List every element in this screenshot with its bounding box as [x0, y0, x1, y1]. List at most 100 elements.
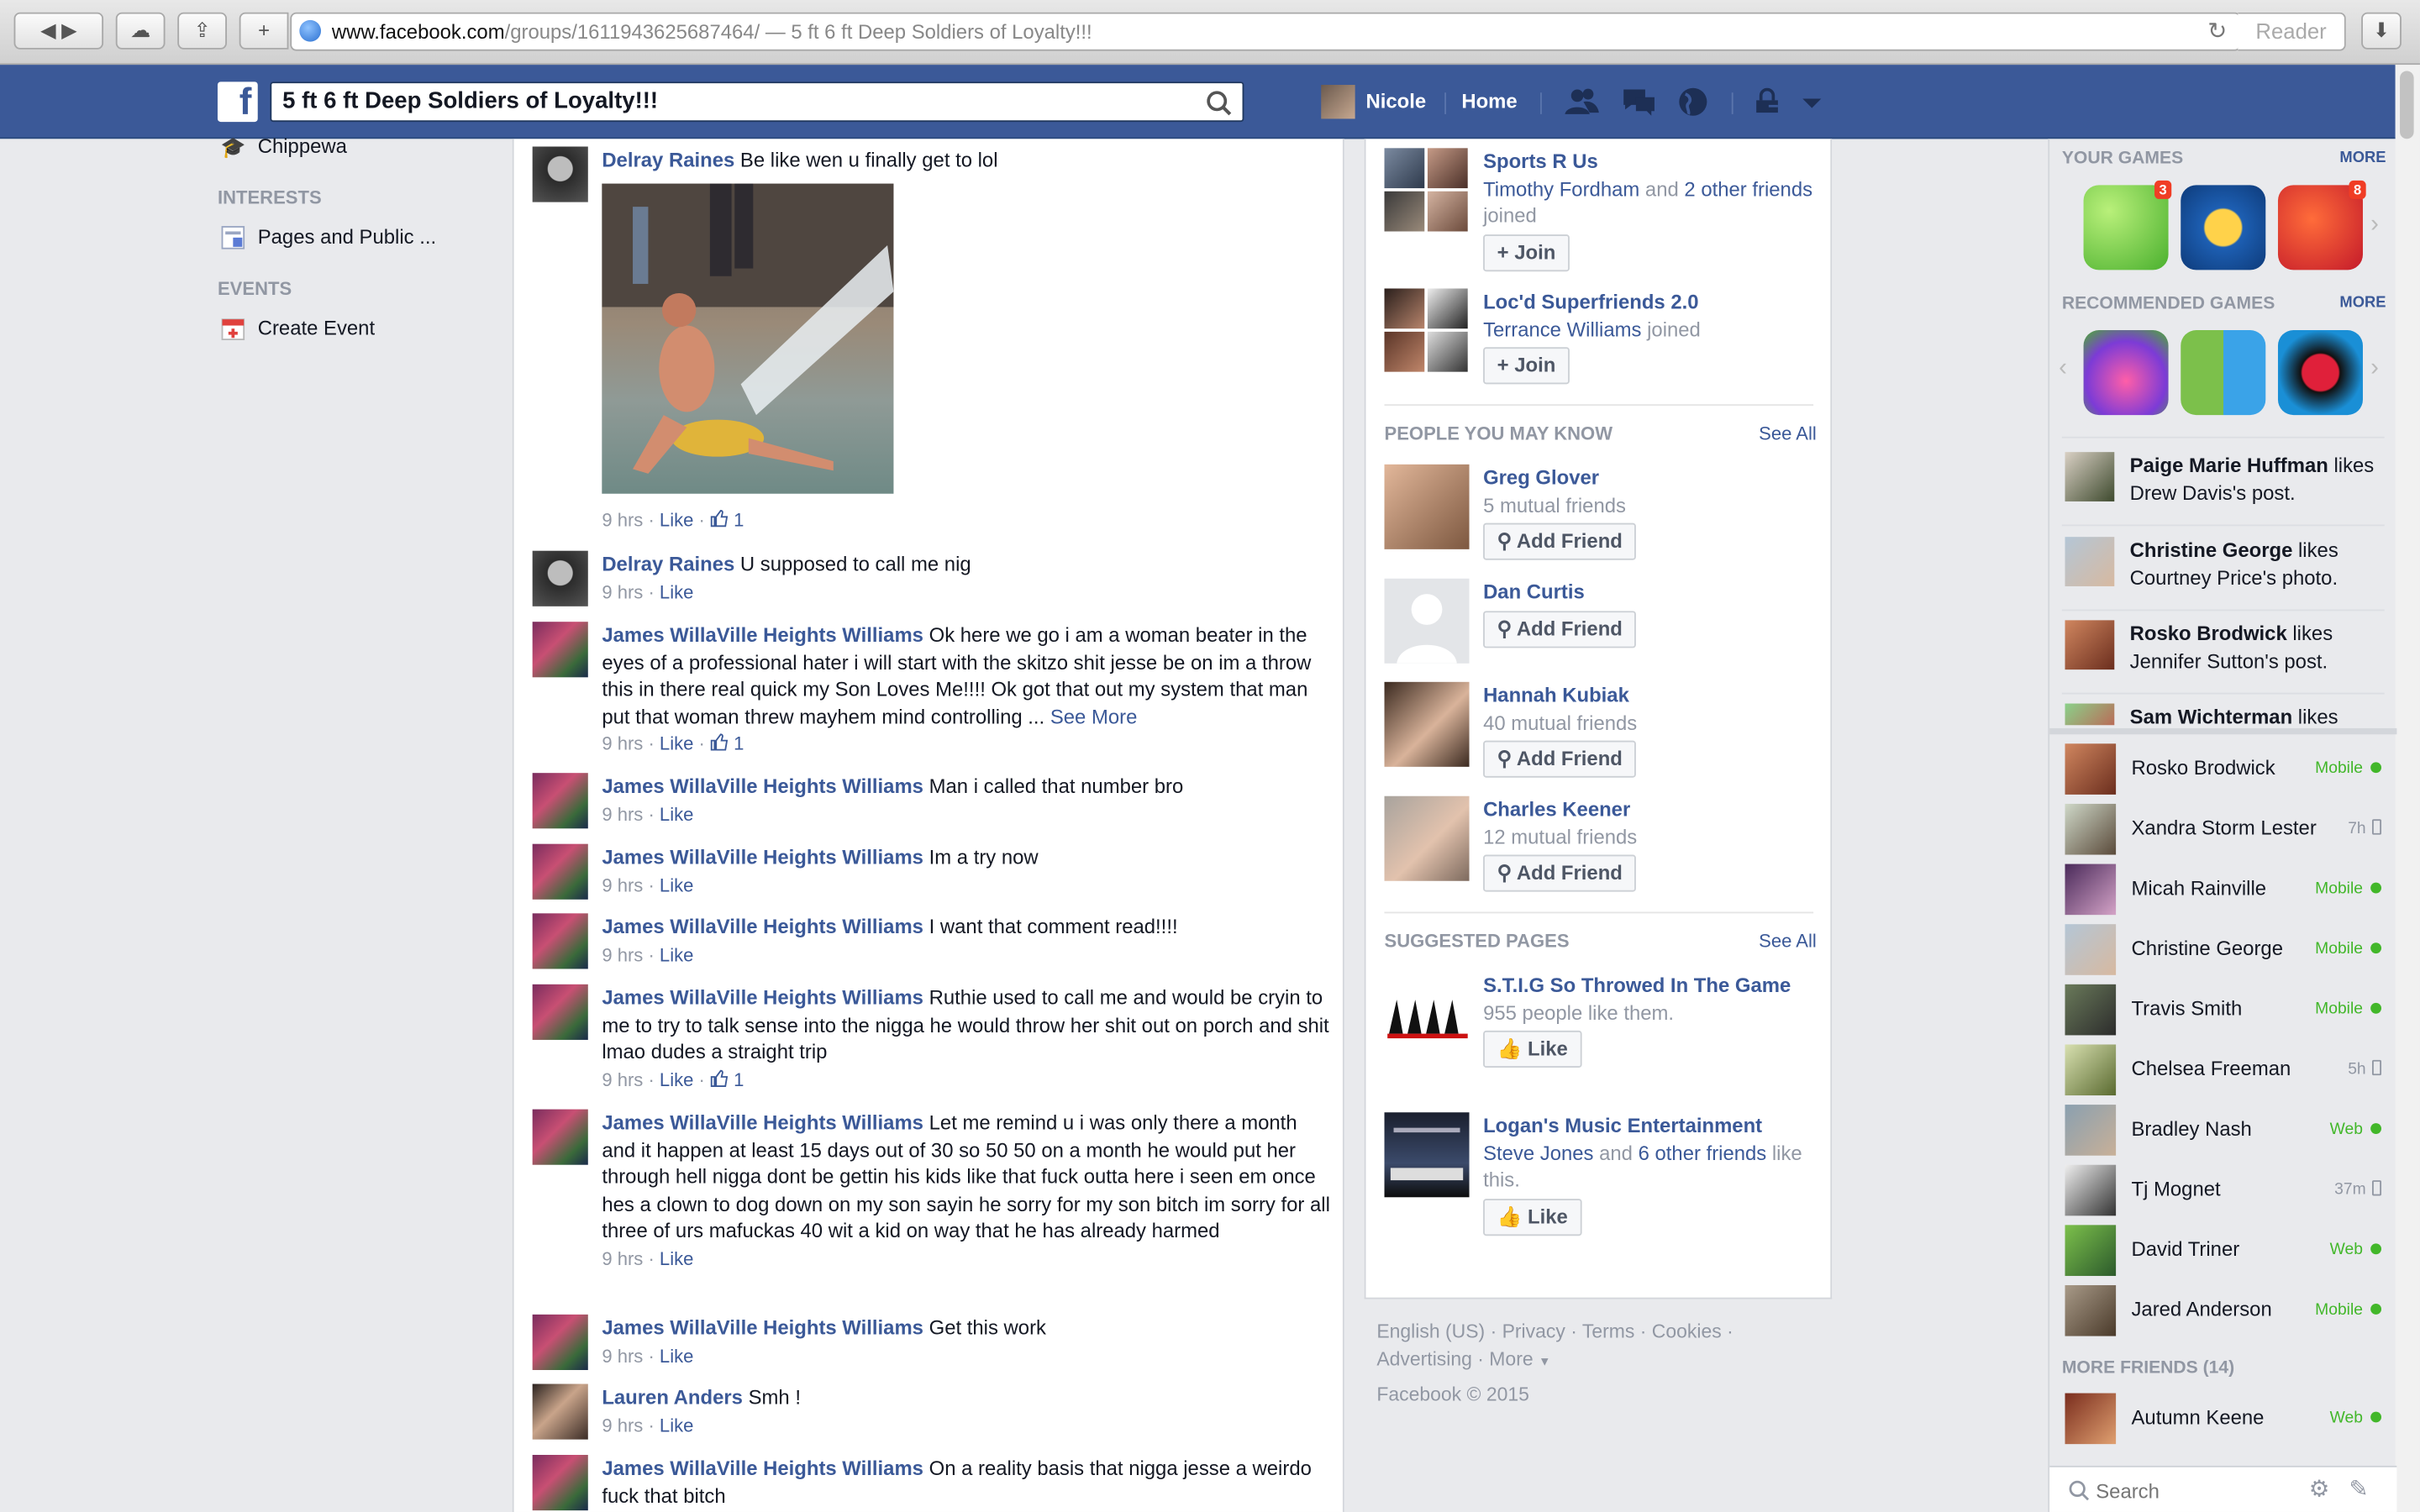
- commenter-name[interactable]: James WillaVille Heights Williams: [602, 846, 923, 869]
- icloud-tabs-button[interactable]: ☁: [115, 12, 166, 50]
- like-count[interactable]: 1: [734, 733, 744, 755]
- commenter-avatar[interactable]: [532, 1314, 588, 1370]
- game-candy-crush-icon[interactable]: 8: [2277, 180, 2366, 270]
- facebook-logo-icon[interactable]: f: [217, 81, 258, 123]
- chat-friend[interactable]: Xandra Storm Lester 7h: [2065, 803, 2382, 859]
- chat-friend[interactable]: Micah Rainville Mobile: [2065, 864, 2382, 920]
- chevron-right-icon[interactable]: ›: [2370, 354, 2379, 382]
- chat-friend[interactable]: Chelsea Freeman 5h: [2065, 1044, 2382, 1100]
- home-link[interactable]: Home: [1461, 83, 1517, 120]
- privacy-shortcuts-icon[interactable]: [1752, 85, 1789, 118]
- chat-friend[interactable]: Jared Anderson Mobile: [2065, 1284, 2382, 1341]
- default-avatar-icon[interactable]: [1384, 578, 1470, 664]
- sidebar-item-chippewa[interactable]: 🎓 Chippewa: [218, 133, 347, 160]
- account-menu-chevron-down-icon[interactable]: [1800, 85, 1824, 118]
- like-page-button[interactable]: 👍 Like: [1483, 1030, 1582, 1068]
- group-member-avatars[interactable]: [1384, 148, 1470, 233]
- commenter-name[interactable]: Delray Raines: [602, 553, 734, 576]
- see-all-people-link[interactable]: See All: [1759, 423, 1817, 444]
- search-icon[interactable]: [1205, 90, 1233, 118]
- like-link[interactable]: Like: [660, 1068, 693, 1090]
- like-link[interactable]: Like: [660, 803, 693, 825]
- person-name[interactable]: Greg Glover: [1483, 466, 1599, 490]
- footer-links-2[interactable]: Advertising · More ▼: [1376, 1347, 1824, 1375]
- commenter-name[interactable]: James WillaVille Heights Williams: [602, 986, 923, 1010]
- page-scrollbar[interactable]: [2395, 65, 2420, 1512]
- page-logo[interactable]: [1384, 1112, 1470, 1198]
- commenter-name[interactable]: James WillaVille Heights Williams: [602, 1457, 923, 1480]
- ticker-resize-handle[interactable]: [2049, 727, 2397, 735]
- new-tab-button[interactable]: +: [239, 12, 289, 50]
- game-candy-crush-soda-icon[interactable]: 3: [2083, 180, 2172, 270]
- ticker-story[interactable]: Rosko Brodwick likes Jennifer Sutton's p…: [2065, 620, 2382, 674]
- page-name[interactable]: S.T.I.G So Throwed In The Game: [1483, 974, 1791, 997]
- see-more-link[interactable]: See More: [1050, 705, 1138, 728]
- commenter-avatar[interactable]: [532, 773, 588, 829]
- friend-link[interactable]: Terrance Williams: [1483, 317, 1641, 340]
- commenter-avatar[interactable]: [532, 1383, 588, 1440]
- add-friend-button[interactable]: ⚲ Add Friend: [1483, 740, 1637, 778]
- group-name[interactable]: Sports R Us: [1483, 150, 1598, 173]
- like-link[interactable]: Like: [660, 943, 693, 965]
- more-games-link[interactable]: MORE: [2339, 150, 2386, 166]
- commenter-avatar[interactable]: [532, 984, 588, 1040]
- commenter-name[interactable]: James WillaVille Heights Williams: [602, 623, 923, 647]
- join-group-button[interactable]: + Join: [1483, 347, 1570, 385]
- avatar[interactable]: [1384, 795, 1470, 881]
- person-name[interactable]: Dan Curtis: [1483, 580, 1585, 604]
- like-link[interactable]: Like: [660, 874, 693, 896]
- chat-friend[interactable]: Autumn Keene Web: [2065, 1393, 2382, 1449]
- commenter-name[interactable]: James WillaVille Heights Williams: [602, 1110, 923, 1134]
- friend-requests-icon[interactable]: [1564, 85, 1601, 118]
- game-star-icon[interactable]: [2181, 185, 2266, 270]
- chat-friend[interactable]: Christine George Mobile: [2065, 924, 2382, 979]
- commenter-name[interactable]: Lauren Anders: [602, 1385, 743, 1409]
- commenter-avatar[interactable]: [532, 622, 588, 678]
- reader-button[interactable]: Reader: [2238, 12, 2346, 51]
- messages-icon[interactable]: [1621, 85, 1658, 118]
- chat-friend[interactable]: Bradley Nash Web: [2065, 1105, 2382, 1160]
- like-link[interactable]: Like: [660, 733, 693, 755]
- chevron-right-icon[interactable]: ›: [2370, 212, 2379, 239]
- like-link[interactable]: Like: [660, 1415, 693, 1436]
- downloads-button[interactable]: ⬇: [2361, 12, 2402, 50]
- ticker-story[interactable]: Paige Marie Huffman likes Drew Davis's p…: [2065, 452, 2382, 506]
- group-member-avatars[interactable]: [1384, 288, 1470, 373]
- chat-friend[interactable]: David Triner Web: [2065, 1225, 2382, 1280]
- commenter-name[interactable]: James WillaVille Heights Williams: [602, 774, 923, 798]
- group-name[interactable]: Loc'd Superfriends 2.0: [1483, 290, 1698, 313]
- add-friend-button[interactable]: ⚲ Add Friend: [1483, 854, 1637, 892]
- address-bar[interactable]: www.facebook.com/groups/1611943625687464…: [290, 12, 2241, 51]
- sidebar-item-pages[interactable]: Pages and Public ...: [218, 223, 436, 251]
- commenter-name[interactable]: Delray Raines: [602, 148, 734, 171]
- person-name[interactable]: Charles Keener: [1483, 798, 1630, 822]
- other-friends-link[interactable]: 2 other friends: [1684, 176, 1812, 200]
- commenter-avatar[interactable]: [532, 1109, 588, 1165]
- footer-links[interactable]: English (US) · Privacy · Terms · Cookies…: [1376, 1319, 1824, 1346]
- notifications-globe-icon[interactable]: [1675, 85, 1712, 118]
- chevron-left-icon[interactable]: ‹: [2059, 354, 2067, 382]
- game-tongue-icon[interactable]: [2277, 330, 2363, 416]
- chat-friend[interactable]: Tj Mognet 37m: [2065, 1164, 2382, 1221]
- page-logo[interactable]: [1384, 972, 1470, 1058]
- commenter-avatar[interactable]: [532, 843, 588, 900]
- share-button[interactable]: ⇪: [177, 12, 227, 50]
- like-count[interactable]: 1: [734, 1068, 744, 1090]
- chat-friend[interactable]: Rosko Brodwick Mobile: [2065, 743, 2382, 799]
- other-friends-link[interactable]: 6 other friends: [1639, 1141, 1767, 1164]
- game-soda-saga-icon[interactable]: [2083, 330, 2169, 416]
- search-input[interactable]: 5 ft 6 ft Deep Soldiers of Loyalty!!!: [270, 81, 1244, 123]
- friend-link[interactable]: Timothy Fordham: [1483, 176, 1639, 200]
- chat-options-gear-icon[interactable]: ⚙: [2309, 1475, 2330, 1503]
- commenter-avatar[interactable]: [532, 1455, 588, 1511]
- profile-link[interactable]: Nicole: [1321, 83, 1426, 120]
- game-mcdonalds-twitter-icon[interactable]: [2181, 330, 2266, 416]
- reload-icon[interactable]: ↻: [2207, 14, 2227, 50]
- ticker-story[interactable]: Sam Wichterman likes: [2065, 703, 2382, 726]
- commenter-name[interactable]: James WillaVille Heights Williams: [602, 1316, 923, 1340]
- commenter-avatar[interactable]: [532, 550, 588, 606]
- join-group-button[interactable]: + Join: [1483, 234, 1570, 271]
- chat-friend[interactable]: Travis Smith Mobile: [2065, 984, 2382, 1040]
- like-link[interactable]: Like: [660, 1345, 693, 1367]
- commenter-name[interactable]: James WillaVille Heights Williams: [602, 915, 923, 938]
